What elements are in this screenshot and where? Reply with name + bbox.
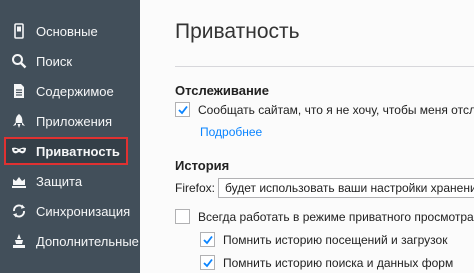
sidebar-item-general[interactable]: Основные	[0, 16, 140, 46]
remember-history-checkbox[interactable]	[200, 232, 215, 247]
content-icon	[8, 80, 30, 102]
sidebar-item-search[interactable]: Поиск	[0, 46, 140, 76]
private-mode-row: Всегда работать в режиме приватного прос…	[175, 209, 474, 224]
remember-history-row: Помнить историю посещений и загрузок	[200, 232, 447, 247]
page-title: Приватность	[175, 20, 300, 43]
sidebar-item-security[interactable]: Защита	[0, 166, 140, 196]
sidebar-item-label: Поиск	[36, 53, 73, 69]
sidebar-item-label: Основные	[36, 23, 98, 39]
learn-more-link[interactable]: Подробнее	[200, 125, 262, 139]
preferences-window: Основные Поиск Содержимое Приложения При…	[0, 0, 474, 273]
private-mode-label: Всегда работать в режиме приватного прос…	[198, 209, 474, 224]
firefox-label: Firefox:	[175, 181, 216, 195]
do-not-track-checkbox[interactable]	[175, 102, 190, 117]
checkmark-icon	[202, 235, 213, 244]
sidebar: Основные Поиск Содержимое Приложения При…	[0, 0, 140, 273]
do-not-track-row: Сообщать сайтам, что я не хочу, чтобы ме…	[175, 102, 474, 117]
do-not-track-label: Сообщать сайтам, что я не хочу, чтобы ме…	[198, 102, 474, 117]
history-mode-select[interactable]: будет использовать ваши настройки хранен…	[218, 178, 474, 198]
sidebar-item-label: Приватность	[36, 143, 120, 159]
security-icon	[8, 170, 30, 192]
private-mode-checkbox[interactable]	[175, 209, 190, 224]
remember-search-label: Помнить историю поиска и данных форм	[223, 255, 454, 270]
sync-icon	[8, 200, 30, 222]
search-icon	[8, 50, 30, 72]
sidebar-item-privacy[interactable]: Приватность	[4, 137, 128, 165]
privacy-mask-icon	[8, 140, 30, 162]
sidebar-item-label: Защита	[36, 173, 83, 189]
tracking-heading: Отслеживание	[175, 83, 270, 98]
remember-search-row: Помнить историю поиска и данных форм	[200, 255, 453, 270]
remember-history-label: Помнить историю посещений и загрузок	[223, 232, 448, 247]
sidebar-item-applications[interactable]: Приложения	[0, 106, 140, 136]
sidebar-item-advanced[interactable]: Дополнительные	[0, 226, 140, 256]
history-heading: История	[175, 158, 230, 173]
title-divider	[175, 66, 474, 67]
sidebar-item-content[interactable]: Содержимое	[0, 76, 140, 106]
advanced-icon	[8, 230, 30, 252]
sidebar-item-label: Синхронизация	[36, 203, 131, 219]
applications-icon	[8, 110, 30, 132]
remember-search-checkbox[interactable]	[200, 255, 215, 270]
sidebar-item-label: Приложения	[36, 113, 113, 129]
sidebar-item-label: Содержимое	[36, 83, 114, 99]
sidebar-item-label: Дополнительные	[36, 233, 139, 249]
checkmark-icon	[177, 105, 188, 114]
general-icon	[8, 20, 30, 42]
checkmark-icon	[202, 258, 213, 267]
main-content: Приватность Отслеживание Сообщать сайтам…	[140, 0, 474, 273]
sidebar-item-sync[interactable]: Синхронизация	[0, 196, 140, 226]
